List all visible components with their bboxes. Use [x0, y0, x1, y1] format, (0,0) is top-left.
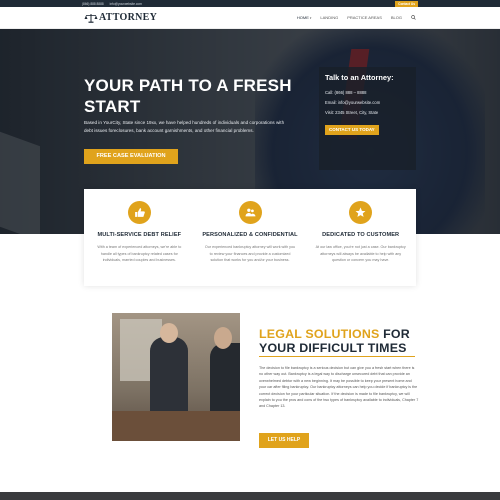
- hero-title: YOUR PATH TO A FRESH START: [84, 76, 292, 116]
- search-icon[interactable]: [411, 15, 416, 20]
- feature-title: PERSONALIZED & CONFIDENTIAL: [202, 232, 298, 238]
- features-panel: MULTI-SERVICE DEBT RELIEF With a team of…: [84, 189, 416, 286]
- nav-item-blog[interactable]: BLOG: [391, 15, 402, 20]
- free-case-evaluation-button[interactable]: FREE CASE EVALUATION: [84, 149, 178, 164]
- title-divider: [259, 356, 415, 357]
- attorneys-meeting-photo: [112, 313, 240, 441]
- nav-item-home[interactable]: HOME: [297, 15, 309, 20]
- talk-email[interactable]: Email: info@yourwebsite.com: [325, 98, 410, 108]
- feature-title: MULTI-SERVICE DEBT RELIEF: [97, 232, 182, 238]
- feature-text: Our experienced bankruptcy attorney will…: [204, 245, 296, 263]
- logo[interactable]: ATTORNEY: [84, 12, 157, 23]
- star-icon: [349, 201, 373, 224]
- legal-title: LEGAL SOLUTIONS FOR YOUR DIFFICULT TIMES: [259, 327, 410, 355]
- contact-us-button[interactable]: Contact Us: [395, 0, 418, 7]
- legal-body: The decision to file bankruptcy is a ser…: [259, 366, 419, 409]
- main-navigation: ATTORNEY HOME ▾ LANDING PRACTICE AREAS B…: [0, 7, 500, 29]
- nav-item-practice-areas[interactable]: PRACTICE AREAS: [347, 15, 382, 20]
- talk-title: Talk to an Attorney:: [325, 73, 394, 82]
- users-icon: [238, 201, 262, 224]
- feature-dedicated: DEDICATED TO CUSTOMER At our law office,…: [305, 189, 416, 286]
- hero-lead: Based in YourCity, State since 19xx, we …: [84, 120, 285, 133]
- phone-text[interactable]: (866) 888 8888: [82, 2, 104, 6]
- let-us-help-button[interactable]: LET US HELP: [259, 433, 309, 448]
- brand-name: ATTORNEY: [99, 12, 158, 23]
- chevron-down-icon: ▾: [309, 15, 312, 20]
- feature-text: At our law office, you're not just a cas…: [315, 245, 406, 263]
- talk-call[interactable]: Call: (866) 888 – 8888: [325, 88, 410, 98]
- feature-text: With a team of experienced attorneys, we…: [97, 245, 182, 263]
- contact-us-today-button[interactable]: CONTACT US TODAY: [325, 124, 379, 135]
- nav-item-landing[interactable]: LANDING: [320, 15, 338, 20]
- footer-strip: [0, 492, 500, 500]
- feature-personalized: PERSONALIZED & CONFIDENTIAL Our experien…: [195, 189, 306, 286]
- feature-title: DEDICATED TO CUSTOMER: [322, 232, 400, 238]
- feature-debt-relief: MULTI-SERVICE DEBT RELIEF With a team of…: [84, 189, 195, 286]
- talk-visit: Visit: 2345 Street, City, State: [325, 110, 379, 115]
- scales-icon: [84, 13, 98, 23]
- talk-to-attorney-box: Talk to an Attorney: Call: (866) 888 – 8…: [319, 67, 416, 170]
- thumbs-up-icon: [127, 201, 151, 224]
- email-text[interactable]: info@yourwebsite.com: [110, 2, 142, 6]
- top-bar: (866) 888 8888 info@yourwebsite.com Cont…: [0, 0, 500, 7]
